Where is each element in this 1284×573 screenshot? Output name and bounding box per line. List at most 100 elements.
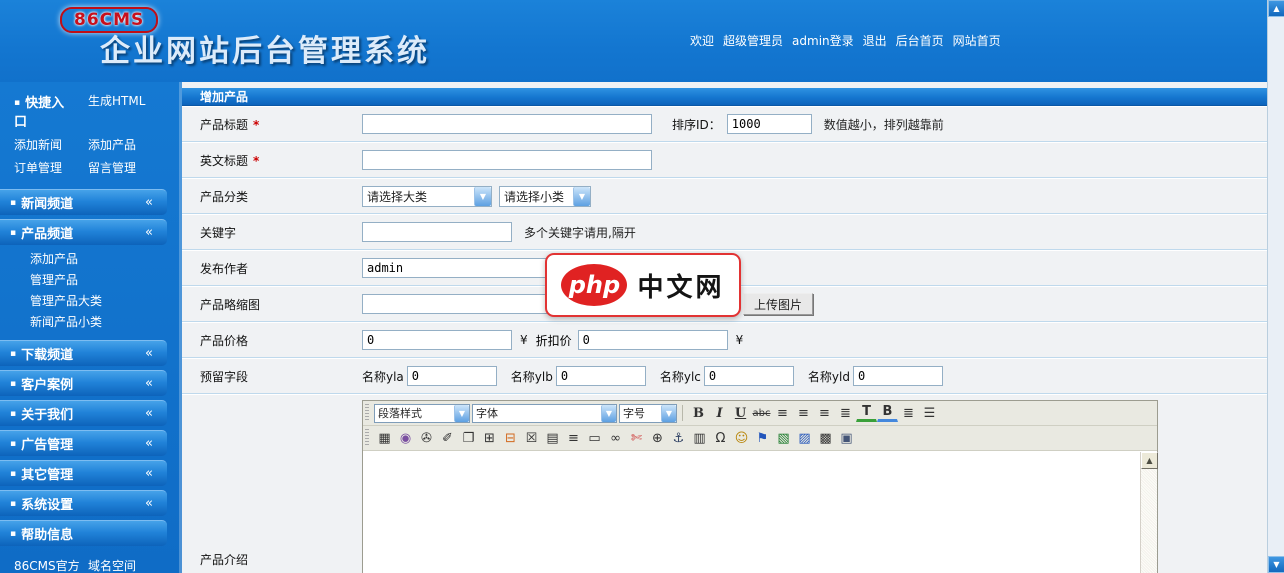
backend-home-link[interactable]: 后台首页 [896, 32, 944, 49]
sidebar-link-order-management[interactable]: 订单管理 [0, 159, 74, 176]
align-justify-icon[interactable]: ≣ [835, 403, 856, 423]
scroll-up-icon[interactable]: ▲ [1268, 0, 1284, 17]
price-input[interactable] [362, 330, 512, 350]
domain-space-link[interactable]: 域名空间 [74, 557, 136, 573]
sidebar-section-about[interactable]: ▪ 关于我们 « [0, 400, 167, 426]
chevron-down-icon[interactable]: ▼ [573, 187, 590, 206]
official-site-link[interactable]: 86CMS官方 [0, 557, 74, 573]
collapse-icon[interactable]: « [145, 496, 167, 511]
sidebar-subitem[interactable]: 管理产品大类 [0, 290, 182, 311]
sort-id-input[interactable] [727, 114, 812, 134]
collapse-icon[interactable]: « [145, 195, 167, 210]
save-icon[interactable]: ▣ [836, 428, 857, 448]
sidebar-link-message-management[interactable]: 留言管理 [74, 159, 136, 176]
unlink-icon[interactable]: ✄ [626, 428, 647, 448]
english-title-input[interactable] [362, 150, 652, 170]
sidebar-section-product[interactable]: ▪ 产品频道 « [0, 219, 167, 245]
sidebar-link-add-product[interactable]: 添加产品 [74, 136, 136, 153]
sidebar-subitem[interactable]: 添加产品 [0, 248, 182, 269]
emoticon-icon[interactable]: ☺ [731, 428, 752, 448]
upload-image-button[interactable]: 上传图片 [743, 293, 813, 315]
attachment-icon[interactable]: ✐ [437, 428, 458, 448]
link-icon[interactable]: ∞ [605, 428, 626, 448]
sidebar-link-add-news[interactable]: 添加新闻 [0, 136, 74, 153]
reserved-field-label: 名称yla [362, 368, 404, 385]
scroll-down-icon[interactable]: ▼ [1268, 556, 1284, 573]
editor-content-area[interactable]: ▲ [363, 451, 1157, 573]
category-major-value: 请选择大类 [363, 188, 474, 205]
chevron-down-icon[interactable]: ▼ [474, 187, 491, 206]
border-grid-icon[interactable]: ▩ [815, 428, 836, 448]
collapse-icon[interactable]: « [145, 436, 167, 451]
sidebar-section-news[interactable]: ▪ 新闻频道 « [0, 189, 167, 215]
page-break-icon[interactable]: ⚑ [752, 428, 773, 448]
reserved-field: 名称ylb [511, 366, 646, 386]
keywords-input[interactable] [362, 222, 512, 242]
scroll-up-icon[interactable]: ▲ [1141, 452, 1158, 469]
site-home-link[interactable]: 网站首页 [953, 32, 1001, 49]
spellcheck-icon[interactable]: ☒ [521, 428, 542, 448]
bold-icon[interactable]: B [688, 403, 709, 423]
align-center-icon[interactable]: ≡ [793, 403, 814, 423]
logout-link[interactable]: 退出 [863, 32, 887, 49]
toolbar-grip-handle[interactable] [365, 429, 369, 447]
italic-icon[interactable]: I [709, 403, 730, 423]
category-major-select[interactable]: 请选择大类 ▼ [362, 186, 492, 207]
insert-div-icon[interactable]: ▤ [542, 428, 563, 448]
product-title-input[interactable] [362, 114, 652, 134]
align-right-icon[interactable]: ≡ [814, 403, 835, 423]
font-family-select[interactable]: 字体 ▼ [472, 404, 617, 423]
sidebar-subitem[interactable]: 管理产品 [0, 269, 182, 290]
underline-icon[interactable]: U [730, 403, 751, 423]
excel-import-icon[interactable]: ▧ [773, 428, 794, 448]
table-props-icon[interactable]: ⊟ [500, 428, 521, 448]
bg-color-icon[interactable]: B [877, 403, 898, 422]
discount-input[interactable] [578, 330, 728, 350]
page-scrollbar[interactable]: ▲ ▼ [1267, 0, 1284, 573]
marquee-icon[interactable]: ▭ [584, 428, 605, 448]
sidebar-section-ads[interactable]: ▪ 广告管理 « [0, 430, 167, 456]
insert-image-icon[interactable]: ▦ [374, 428, 395, 448]
iframe-icon[interactable]: ▥ [689, 428, 710, 448]
paste-word-icon[interactable]: ❐ [458, 428, 479, 448]
author-label: 发布作者 [182, 260, 362, 277]
hyperlink-globe-icon[interactable]: ⊕ [647, 428, 668, 448]
toolbar-grip-handle[interactable] [365, 404, 369, 422]
strikethrough-icon[interactable]: abc [751, 403, 772, 423]
reserved-field-input[interactable] [407, 366, 497, 386]
collapse-icon[interactable]: « [145, 376, 167, 391]
reserved-field-input[interactable] [556, 366, 646, 386]
sidebar-section-system[interactable]: ▪ 系统设置 « [0, 490, 167, 516]
insert-media-icon[interactable]: ✇ [416, 428, 437, 448]
font-size-select[interactable]: 字号 ▼ [619, 404, 677, 423]
sidebar-section-other[interactable]: ▪ 其它管理 « [0, 460, 167, 486]
editor-scrollbar[interactable]: ▲ [1140, 452, 1157, 573]
category-minor-select[interactable]: 请选择小类 ▼ [499, 186, 591, 207]
word-import-icon[interactable]: ▨ [794, 428, 815, 448]
collapse-icon[interactable]: « [145, 466, 167, 481]
special-char-icon[interactable]: Ω [710, 428, 731, 448]
insert-flash-icon[interactable]: ◉ [395, 428, 416, 448]
sidebar-section-help[interactable]: ▪ 帮助信息 [0, 520, 167, 546]
quick-entry-title: ▪快捷入口 [0, 92, 74, 130]
chevron-down-icon[interactable]: ▼ [601, 405, 616, 422]
chevron-down-icon[interactable]: ▼ [661, 405, 676, 422]
paragraph-style-select[interactable]: 段落样式 ▼ [374, 404, 470, 423]
reserved-field-input[interactable] [704, 366, 794, 386]
collapse-icon[interactable]: « [145, 406, 167, 421]
collapse-icon[interactable]: « [145, 225, 167, 240]
reserved-field-input[interactable] [853, 366, 943, 386]
sidebar-link-generate-html[interactable]: 生成HTML [74, 92, 145, 130]
insert-table-icon[interactable]: ⊞ [479, 428, 500, 448]
ordered-list-icon[interactable]: ≣ [898, 403, 919, 423]
horizontal-rule-icon[interactable]: ≡ [563, 428, 584, 448]
anchor-icon[interactable]: ⚓ [668, 428, 689, 448]
unordered-list-icon[interactable]: ☰ [919, 403, 940, 423]
align-left-icon[interactable]: ≡ [772, 403, 793, 423]
sidebar-section-cases[interactable]: ▪ 客户案例 « [0, 370, 167, 396]
sidebar-section-download[interactable]: ▪ 下载频道 « [0, 340, 167, 366]
collapse-icon[interactable]: « [145, 346, 167, 361]
text-color-icon[interactable]: T [856, 403, 877, 422]
chevron-down-icon[interactable]: ▼ [454, 405, 469, 422]
sidebar-subitem[interactable]: 新闻产品小类 [0, 311, 182, 332]
